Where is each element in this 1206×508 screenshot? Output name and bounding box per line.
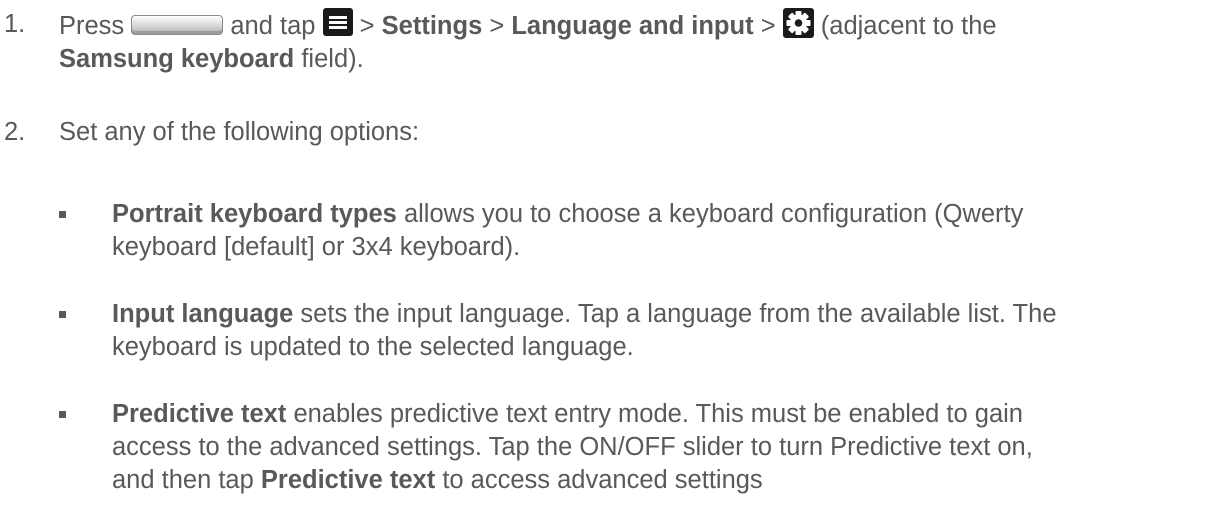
home-key-icon xyxy=(131,15,224,35)
step-1-line-2: Samsung keyboard field). xyxy=(59,45,364,73)
option-term: Input language xyxy=(112,300,294,328)
step-text: Press and tap > Settings > Language and … xyxy=(59,8,1189,76)
menu-key-icon xyxy=(322,8,353,36)
settings-gear-icon xyxy=(782,8,814,38)
step-text: Set any of the following options: xyxy=(59,118,420,146)
step-number: 2. xyxy=(4,118,26,146)
bullet-icon xyxy=(59,211,66,218)
step-number: 1. xyxy=(4,10,26,38)
step-1-line-1: Press and tap > Settings > Language and … xyxy=(59,8,1189,43)
samsung-keyboard-term: Samsung keyboard xyxy=(59,45,295,73)
option-term: Predictive text xyxy=(260,466,436,494)
option-text: Predictive text enables predictive text … xyxy=(112,400,1033,494)
settings-term: Settings xyxy=(381,12,483,40)
option-term: Predictive text xyxy=(112,400,287,428)
option-term: Portrait keyboard types xyxy=(112,200,397,228)
bullet-icon xyxy=(59,311,66,318)
language-and-input-term: Language and input xyxy=(511,12,754,40)
option-text: Portrait keyboard types allows you to ch… xyxy=(112,200,1024,261)
bullet-icon xyxy=(59,411,66,418)
option-text: Input language sets the input language. … xyxy=(112,300,1057,361)
